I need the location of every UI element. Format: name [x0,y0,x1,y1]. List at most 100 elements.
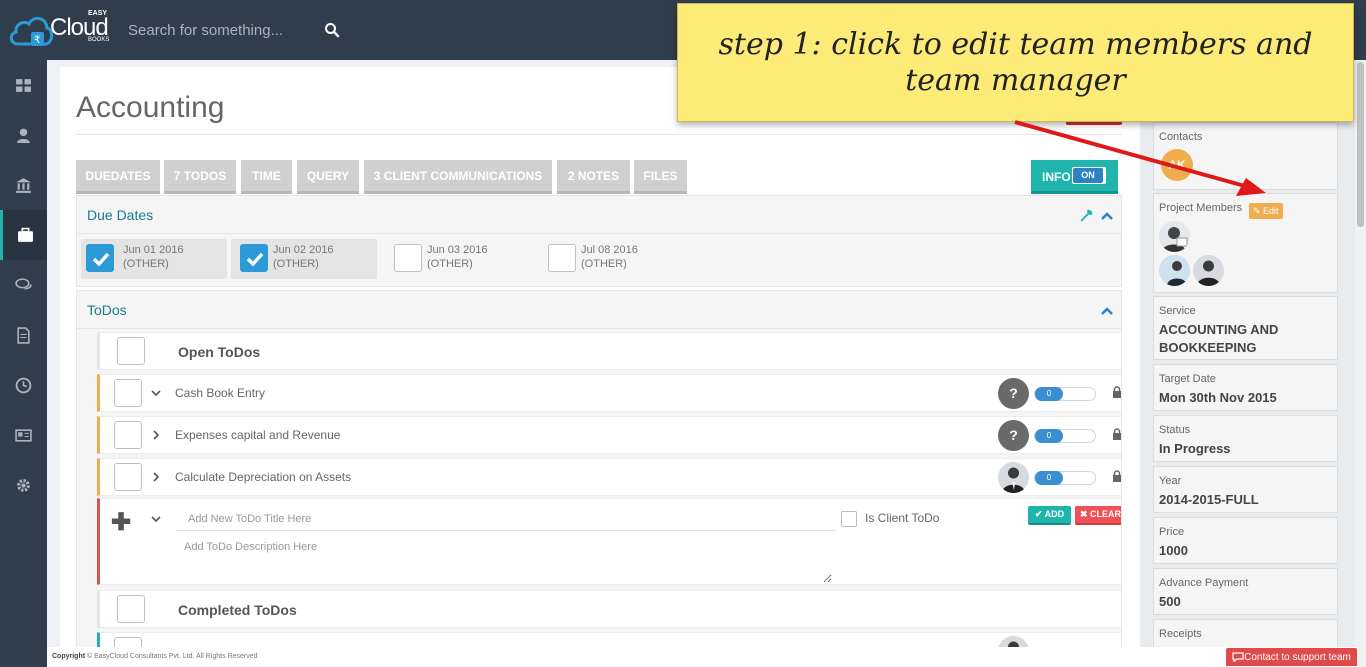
tab-duedates[interactable]: DUEDATES [76,160,160,194]
unassigned-avatar[interactable]: ? [998,420,1029,451]
is-client-todo-checkbox[interactable] [841,511,857,527]
due-date-checkbox[interactable] [548,244,576,272]
sidebar-item-news[interactable] [0,410,47,460]
todos-header: ToDos [77,291,1121,329]
clear-todo-button[interactable]: ✖ CLEAR [1075,506,1121,525]
due-date-item[interactable]: Jun 03 2016 (OTHER) [385,239,531,279]
progress-slider[interactable]: 0 [1034,429,1096,443]
lock-icon[interactable] [1112,386,1122,398]
todo-checkbox[interactable] [114,421,142,449]
advance-payment-label: Advance Payment [1159,577,1249,589]
new-todo-title-input[interactable] [176,507,836,531]
new-todo-description-input[interactable] [172,537,832,583]
sidebar-item-documents[interactable] [0,310,47,360]
tab-todos[interactable]: 7 TODOS [164,160,236,194]
due-date-item[interactable]: Jun 01 2016 (OTHER) [81,239,227,279]
due-date-checkbox[interactable] [86,244,114,272]
copyright-text: Copyright © EasyCloud Consultants Pvt. L… [52,653,258,660]
todo-row[interactable]: Calculate Depreciation on Assets 0 [97,458,1122,496]
page-scrollbar[interactable] [1355,60,1366,667]
search-input[interactable] [128,18,308,42]
info-toggle-state: ON [1073,168,1103,183]
target-date-value: Mon 30th Nov 2015 [1159,390,1277,405]
project-panel: Accounting DUEDATES 7 TODOS TIME QUERY 3… [60,67,1140,657]
collapse-chevron-icon[interactable] [1100,306,1114,316]
service-label: Service [1159,305,1196,317]
sidebar-item-dashboard[interactable] [0,60,47,110]
person-photo-icon [1159,255,1190,286]
chevron-right-icon[interactable] [150,472,162,482]
contacts-label: Contacts [1159,131,1203,143]
todo-row[interactable]: Cash Book Entry ? 0 [97,374,1122,412]
wrench-icon[interactable] [1080,209,1093,222]
section-title: ToDos [87,302,127,318]
progress-value: 0 [1035,471,1063,485]
easycloud-logo[interactable]: ₹ EASY Cloud BOOKS [8,6,123,52]
add-todo-button[interactable]: ✔ ADD [1028,506,1071,525]
member-avatar[interactable] [1193,255,1224,286]
clock-icon [15,377,32,393]
year-label: Year [1159,475,1182,487]
todo-checkbox[interactable] [114,379,142,407]
is-client-todo-label: Is Client ToDo [865,511,940,525]
todo-row[interactable]: Expenses capital and Revenue ? 0 [97,416,1122,454]
todo-title[interactable]: Calculate Depreciation on Assets [175,470,351,484]
lock-icon[interactable] [1112,428,1122,440]
logo-books-text: BOOKS [88,37,110,43]
briefcase-icon [17,227,33,242]
todo-title[interactable]: Expenses capital and Revenue [175,428,340,442]
document-icon [17,326,30,344]
progress-slider[interactable]: 0 [1034,471,1096,485]
select-all-completed-checkbox[interactable] [117,595,145,623]
contacts-card: Contacts AK [1153,122,1338,190]
due-date-item[interactable]: Jun 02 2016 (OTHER) [231,239,377,279]
todos-section: ToDos Open ToDos Cash Book Entry ? 0 Exp… [76,290,1122,657]
comment-icon [1232,652,1244,662]
due-date-checkbox[interactable] [240,244,268,272]
tab-client-communications[interactable]: 3 CLIENT COMMUNICATIONS [364,160,552,194]
plus-icon[interactable]: ✚ [111,508,131,537]
sidebar-item-communications[interactable] [0,260,47,310]
contact-support-button[interactable]: Contact to support team [1226,648,1357,666]
tab-files[interactable]: FILES [634,160,687,194]
target-date-label: Target Date [1159,373,1216,385]
member-avatar[interactable] [1159,221,1190,252]
status-card: Status In Progress [1153,415,1338,462]
scrollbar-thumb[interactable] [1357,62,1364,227]
due-date-checkbox[interactable] [394,244,422,272]
chevron-down-icon[interactable] [150,514,162,524]
sidebar-item-settings[interactable] [0,460,47,510]
info-toggle[interactable]: INFO ON [1031,160,1118,194]
new-todo-form: ✚ Is Client ToDo ✔ ADD ✖ CLEAR [97,498,1121,585]
todo-checkbox[interactable] [114,463,142,491]
sidebar-item-time[interactable] [0,360,47,410]
due-dates-section: Due Dates Jun 01 2016 (OTHER) Jun 02 201… [76,195,1122,287]
gear-icon [17,478,30,492]
sidebar-item-bank[interactable] [0,160,47,210]
section-title: Due Dates [87,207,154,223]
due-date-item[interactable]: Jul 08 2016 (OTHER) [539,239,685,279]
edit-members-button[interactable]: ✎ Edit [1249,203,1283,219]
title-divider [76,134,1122,135]
progress-slider[interactable]: 0 [1034,387,1096,401]
member-avatar[interactable] [1159,255,1190,286]
lock-icon[interactable] [1112,470,1122,482]
todo-title[interactable]: Cash Book Entry [175,386,265,400]
tab-query[interactable]: QUERY [297,160,359,194]
advance-payment-value: 500 [1159,594,1181,609]
unassigned-avatar[interactable]: ? [998,378,1029,409]
progress-value: 0 [1035,429,1063,443]
collapse-chevron-icon[interactable] [1100,211,1114,221]
tab-notes[interactable]: 2 NOTES [557,160,630,194]
assignee-avatar[interactable] [998,462,1029,493]
dashboard-icon [16,78,31,92]
tab-time[interactable]: TIME [241,160,292,194]
sidebar-item-clients[interactable] [0,110,47,160]
chevron-down-icon[interactable] [150,388,162,398]
advance-payment-card: Advance Payment 500 [1153,568,1338,615]
contact-avatar[interactable]: AK [1161,149,1193,181]
chevron-right-icon[interactable] [150,430,162,440]
select-all-open-checkbox[interactable] [117,337,145,365]
sidebar-item-projects[interactable] [0,210,47,260]
search-icon[interactable] [324,22,340,38]
